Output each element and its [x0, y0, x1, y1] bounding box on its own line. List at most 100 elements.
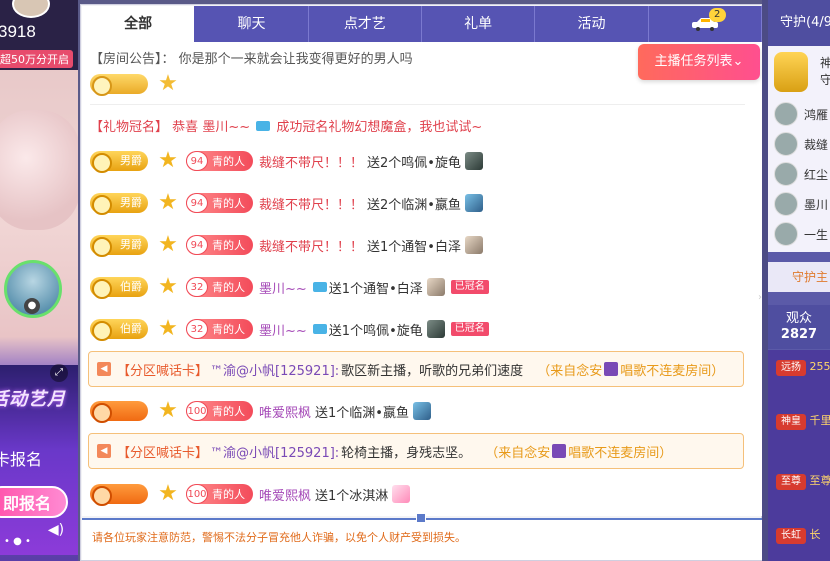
medal-badge: 男爵 [90, 193, 148, 215]
medal-badge: 男爵 [90, 151, 148, 173]
expand-icon[interactable]: ⤢ [50, 364, 68, 382]
level-badge: 32 青的人 [186, 319, 253, 339]
shout-room[interactable]: 唱歌不连麦房间） [568, 442, 672, 461]
gift-action: 送1个通智•白泽 [328, 281, 423, 297]
gift-turtle-icon [426, 320, 445, 338]
guard-name: 裁缝 [804, 137, 829, 152]
star-icon: ★ [158, 398, 178, 423]
level-number: 94 [186, 235, 208, 255]
gift-action: 送1个通智•白泽 [367, 239, 461, 255]
announcement-text: 你是那个一来就会让我变得更好的男人吗 [178, 52, 413, 67]
top-guard-badge[interactable] [774, 52, 808, 92]
username[interactable]: 墨川~~ [259, 320, 307, 339]
username[interactable]: 唯爱熙枫 [259, 485, 311, 504]
level-label: 青的人 [212, 405, 245, 418]
resize-handle[interactable] [416, 513, 426, 523]
stream-preview[interactable]: 3918 超50万分开启 ● ⤢ 活动艺月 卡报名 即报名 ◀) • ● • [0, 0, 78, 561]
level-label: 青的人 [212, 488, 245, 501]
become-guard-button[interactable]: 守护主 [768, 262, 830, 292]
chat-panel: 全部 聊天 点才艺 礼单 活动 2 【房间公告】： 你是那个一来就会让我变得更好… [80, 4, 762, 561]
volume-icon[interactable]: ◀) [46, 522, 66, 542]
avatar [774, 102, 798, 126]
medal-badge: 伯爵 [90, 319, 148, 341]
username[interactable]: 裁缝不带尺！！！ [259, 236, 363, 255]
level-number: 32 [186, 319, 208, 339]
level-badge: 32 青的人 [186, 277, 253, 297]
tab-chat[interactable]: 聊天 [195, 6, 309, 42]
guard-item[interactable]: 墨川 [774, 190, 830, 218]
username[interactable]: 墨川~~ [259, 278, 307, 297]
level-badge: 100 青的人 [186, 401, 253, 421]
mic-icon: ● [24, 298, 40, 314]
avatar [774, 222, 798, 246]
gift-action: 送1个临渊•嬴鱼 [315, 405, 409, 421]
named-tag: 已冠名 [450, 322, 489, 336]
star-icon: ★ [158, 316, 178, 341]
shout-text: 歌区新主播，听歌的兄弟们速度 [341, 363, 524, 379]
audience-item[interactable]: 至尊 至尊神秘人 [776, 472, 830, 500]
crown-user[interactable]: 墨川~~ [202, 120, 250, 135]
guard-item[interactable]: 红尘 [774, 160, 830, 188]
audience-header[interactable]: 观众 2827 [768, 305, 830, 349]
audience-text: 千里 [809, 414, 830, 427]
shout-user[interactable]: ™渝@小帆[125921]: [210, 442, 339, 461]
level-badge: 100 青的人 [186, 484, 253, 504]
star-icon: ★ [158, 481, 178, 506]
username[interactable]: 裁缝不带尺！！！ [259, 152, 363, 171]
guard-name: 鸿雁 [804, 107, 829, 122]
fraud-warning: 请各位玩家注意防范，警惕不法分子冒充他人诈骗，以免个人财产受到损失。 [92, 531, 466, 544]
follower-count: 3918 [0, 22, 36, 41]
level-number: 94 [186, 193, 208, 213]
audience-item[interactable]: 远扬 255 [776, 360, 830, 388]
level-badge: 94 青的人 [186, 193, 253, 213]
audience-item[interactable]: 长虹 长 [776, 526, 830, 554]
guard-item[interactable]: 裁缝 [774, 130, 830, 158]
card-icon [312, 282, 327, 292]
shout-text: 轮椅主播，身残志坚。 [341, 445, 472, 461]
gift-baize-icon [464, 236, 483, 254]
tab-talent[interactable]: 点才艺 [309, 6, 422, 42]
gift-fish-icon [412, 402, 431, 420]
shout-room[interactable]: 唱歌不连麦房间） [620, 360, 724, 379]
username[interactable]: 裁缝不带尺！！！ [259, 194, 363, 213]
audience-item[interactable]: 神皇 千里 [776, 412, 830, 440]
task-list-button[interactable]: 主播任务列表⌄ [638, 44, 760, 80]
username[interactable]: 唯爱熙枫 [259, 402, 311, 421]
audience-label: 观众 [785, 311, 812, 326]
shout-user[interactable]: ™渝@小帆[125921]: [210, 360, 339, 379]
music-icon [604, 362, 619, 376]
gift-action: 送2个临渊•嬴鱼 [367, 197, 461, 213]
guard-item[interactable]: 一生 [774, 220, 830, 248]
level-number: 100 [186, 401, 208, 421]
star-icon: ★ [158, 190, 178, 215]
guard-title[interactable]: 守护(4/9 [768, 0, 830, 46]
rank-badge: 至尊 [776, 474, 806, 490]
level-number: 100 [186, 484, 208, 504]
top-guard-label: 神 [820, 56, 830, 70]
level-number: 94 [186, 151, 208, 171]
shout-from: （来自念安 [485, 445, 551, 461]
signup-button[interactable]: 即报名 [0, 486, 68, 518]
chat-feed[interactable]: 【房间公告】： 你是那个一来就会让我变得更好的男人吗 主播任务列表⌄ ★ 【礼物… [82, 42, 762, 516]
tab-all[interactable]: 全部 [82, 6, 196, 42]
rank-badge: 远扬 [776, 360, 806, 376]
carousel-dots[interactable]: • ● • [4, 536, 31, 547]
divider [90, 104, 745, 105]
tab-vehicle[interactable]: 2 [649, 6, 762, 42]
top-guard-name: 神 守 [820, 54, 830, 88]
level-label: 青的人 [212, 197, 245, 210]
guard-item[interactable]: 鸿雁 [774, 100, 830, 128]
shout-card: ◀ 【分区喊话卡】 ™渝@小帆[125921]: 歌区新主播，听歌的兄弟们速度 … [88, 351, 744, 387]
star-icon: ★ [158, 232, 178, 257]
gift-fish-icon [464, 194, 483, 212]
avatar [774, 132, 798, 156]
chat-row: 伯爵 ★ 32 青的人 墨川~~ 送1个鸣佩•旋龟 已冠名 [90, 317, 489, 341]
medal-badge [90, 401, 148, 423]
rank-badge: 神皇 [776, 414, 806, 430]
level-label: 青的人 [212, 239, 245, 252]
tab-activity[interactable]: 活动 [535, 6, 649, 42]
chat-row: ★ 100 青的人 唯爱熙枫 送1个冰淇淋 [90, 481, 411, 506]
tab-gifts[interactable]: 礼单 [422, 6, 536, 42]
shout-from: （来自念安 [537, 363, 603, 379]
shout-label: 【分区喊话卡】 [117, 363, 209, 379]
